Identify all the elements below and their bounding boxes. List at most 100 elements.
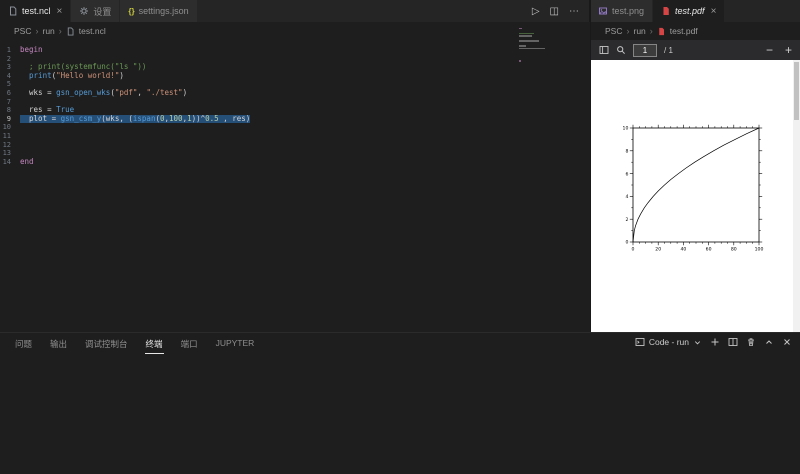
svg-text:2: 2 [625,217,628,223]
more-actions-icon[interactable]: ⋯ [569,6,579,17]
code-line[interactable]: 14end [0,158,590,167]
token-plain: wks = [20,88,56,97]
token-kw: end [20,157,34,166]
minimap-line [519,28,522,29]
pdf-icon [657,27,666,36]
breadcrumb-item[interactable]: run [42,26,54,36]
maximize-panel-icon[interactable] [764,337,774,347]
chevron-right-icon: › [35,26,38,36]
split-editor-icon[interactable]: ◫ [550,6,559,17]
line-number: 8 [0,106,20,115]
tab-settings-json[interactable]: {} settings.json [120,0,197,22]
vscode-window: test.ncl × 设置 {} settings.json ▷ ◫ ⋯ tes… [0,0,800,474]
line-number: 1 [0,46,20,55]
token-plain: plot = [20,114,61,123]
terminal-icon [635,337,645,347]
gear-icon [79,6,89,16]
panel-tab[interactable]: 调试控制台 [84,334,129,354]
code-line[interactable]: 13 [0,149,590,158]
breadcrumb-item[interactable]: PSC [14,26,31,36]
code-line[interactable]: 11 [0,132,590,141]
pdf-scrollbar-thumb[interactable] [794,62,799,120]
tab-test-png[interactable]: test.png [590,0,653,22]
tab-test-ncl[interactable]: test.ncl × [0,0,71,22]
breadcrumb-right: PSC › run › test.pdf [591,22,800,40]
panel-tab[interactable]: 输出 [49,334,68,354]
minimap-line [519,60,521,61]
sidebar-toggle-icon[interactable] [599,45,609,55]
line-number: 3 [0,63,20,72]
code-line[interactable]: 1begin [0,46,590,55]
code-line[interactable]: 9 plot = gsn_csm_y(wks, (ispan(0,100,1))… [0,115,590,124]
page-total-label: / 1 [664,46,673,55]
svg-text:60: 60 [706,247,712,253]
panel-tab[interactable]: 端口 [180,334,199,354]
pdf-toolbar: / 1 − + [591,40,800,60]
kill-terminal-trash-icon[interactable] [746,337,756,347]
code-line[interactable]: 7 [0,98,590,107]
minimap-line [519,45,526,46]
code-text: begin [20,46,43,55]
token-str: "pdf" [115,88,138,97]
zoom-in-button[interactable]: + [785,43,792,57]
token-fn: ispan [133,114,156,123]
code-line[interactable]: 10 [0,123,590,132]
run-file-icon[interactable]: ▷ [532,6,540,17]
breadcrumb-item[interactable]: PSC [605,26,622,36]
image-icon [598,6,608,16]
panel-tab[interactable]: 问题 [14,334,33,354]
tab-bar: test.ncl × 设置 {} settings.json ▷ ◫ ⋯ tes… [0,0,800,22]
breadcrumb-item[interactable]: run [633,26,645,36]
line-number: 11 [0,132,20,141]
token-num: 0.5 [205,114,219,123]
svg-text:8: 8 [625,149,628,155]
code-line[interactable]: 6 wks = gsn_open_wks("pdf", "./test") [0,89,590,98]
panel-header: 问题输出调试控制台终端端口 JUPYTER Code - run [0,333,800,354]
token-plain: ))^ [192,114,206,123]
panel-tab[interactable]: 终端 [145,334,164,354]
line-number: 6 [0,89,20,98]
search-icon[interactable] [616,45,626,55]
svg-text:0: 0 [632,247,635,253]
svg-text:40: 40 [680,247,686,253]
tab-test-pdf[interactable]: test.pdf × [653,0,725,22]
pdf-scrollbar[interactable] [793,60,800,332]
svg-text:6: 6 [625,171,628,177]
code-line[interactable]: 12 [0,141,590,150]
minimap-line [519,35,532,36]
new-terminal-icon[interactable] [710,337,720,347]
svg-text:4: 4 [625,194,628,200]
zoom-out-button[interactable]: − [766,43,773,57]
close-icon[interactable]: × [57,6,63,17]
file-icon [66,27,75,36]
page-number-input[interactable] [633,44,657,57]
chevron-down-icon [693,338,702,347]
minimap-line [519,48,545,49]
split-terminal-icon[interactable] [728,337,738,347]
tab-label: test.png [612,6,644,16]
tab-settings[interactable]: 设置 [71,0,120,22]
minimap[interactable] [519,28,547,63]
breadcrumb-item[interactable]: test.pdf [670,26,698,36]
close-panel-icon[interactable] [782,337,792,347]
close-icon[interactable]: × [711,6,717,17]
pdf-icon [661,6,671,16]
code-editor[interactable]: 1begin23 ; print(systemfunc("ls "))4 pri… [0,40,590,332]
token-kw: begin [20,45,43,54]
code-text: wks = gsn_open_wks("pdf", "./test") [20,89,187,98]
svg-text:10: 10 [623,126,629,132]
chevron-right-icon: › [626,26,629,36]
pdf-page[interactable]: 0204060801000246810 [591,60,793,332]
breadcrumb-item[interactable]: test.ncl [79,26,106,36]
panel-tabs: 问题输出调试控制台终端端口 JUPYTER [6,334,263,354]
terminal-profile[interactable]: Code - run [635,337,702,347]
line-number: 13 [0,149,20,158]
code-text: end [20,158,34,167]
zoom-controls: − + [766,43,792,57]
tab-label: test.pdf [675,6,705,16]
panel-tab[interactable]: JUPYTER [215,334,256,354]
token-plain [20,71,29,80]
code-line[interactable]: 4 print("Hello world!") [0,72,590,81]
line-number: 4 [0,72,20,81]
svg-text:20: 20 [655,247,661,253]
